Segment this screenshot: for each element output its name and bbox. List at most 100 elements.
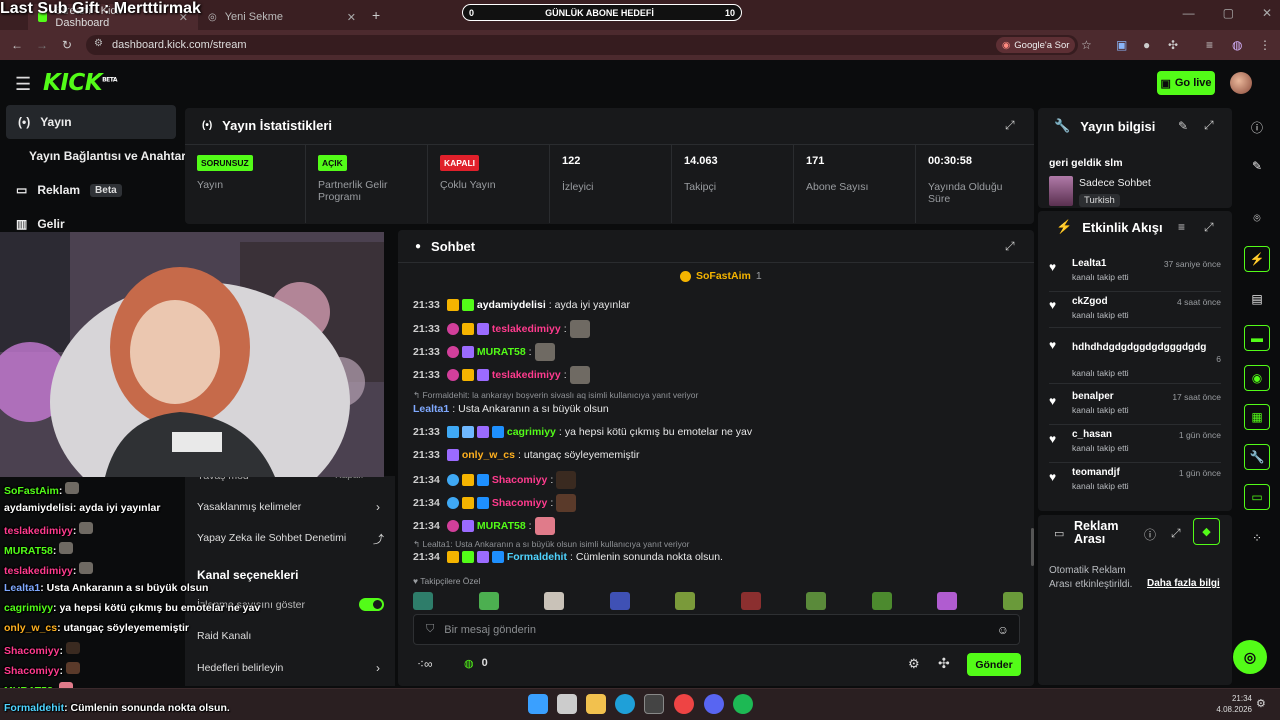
- reply-context[interactable]: ↰ Lealta1: Usta Ankaranın a sı büyük ols…: [413, 539, 689, 550]
- close-window-icon[interactable]: ✕: [1262, 6, 1272, 20]
- emote-button[interactable]: [609, 592, 630, 610]
- reply-context[interactable]: ↰ Formaldehit: la ankarayı boşverin siva…: [413, 390, 698, 401]
- obs-icon[interactable]: [644, 694, 664, 714]
- message-username[interactable]: only_w_cs: [462, 449, 515, 461]
- browser-tab-new[interactable]: ◎ Yeni Sekme ✕: [198, 4, 366, 30]
- edit-pencil-icon[interactable]: ✎: [1178, 119, 1188, 133]
- spotify-icon[interactable]: [733, 694, 753, 714]
- start-menu-icon[interactable]: [528, 694, 548, 714]
- puzzle-icon[interactable]: ✣: [938, 655, 950, 672]
- emote-button[interactable]: [544, 592, 565, 610]
- info-icon[interactable]: ⓘ: [1144, 526, 1156, 543]
- dots-icon[interactable]: ⁘: [1244, 525, 1270, 551]
- forward-icon[interactable]: →: [36, 38, 48, 52]
- edit-pencil-icon[interactable]: ✎: [1244, 153, 1270, 179]
- message-username[interactable]: MURAT58: [477, 520, 526, 532]
- discord-icon[interactable]: [704, 694, 724, 714]
- info-icon[interactable]: ⓘ: [1244, 114, 1270, 140]
- profile-icon[interactable]: ◍: [1232, 38, 1242, 52]
- popout-icon[interactable]: ⤢: [1005, 239, 1015, 254]
- go-live-button[interactable]: ▣ Go live: [1157, 71, 1215, 95]
- message-username[interactable]: aydamiydelisi: [477, 299, 546, 311]
- layout-icon[interactable]: ▦: [1244, 404, 1270, 430]
- extension-icon[interactable]: ●: [1143, 38, 1150, 52]
- wrench-icon[interactable]: 🔧: [1244, 444, 1270, 470]
- chrome-icon[interactable]: [674, 694, 694, 714]
- chat-settings-gear-icon[interactable]: ⚙: [908, 656, 920, 672]
- ai-moderation-item[interactable]: Yapay Zeka ile Sohbet Denetimi: [197, 532, 346, 544]
- raid-channel-item[interactable]: Raid Kanalı: [197, 630, 251, 642]
- message-username[interactable]: teslakedimiyy: [492, 369, 561, 381]
- puzzle-icon[interactable]: ✣: [1168, 38, 1178, 52]
- reload-icon[interactable]: ↻: [62, 38, 72, 52]
- lightning-icon[interactable]: ⚡: [1244, 246, 1270, 272]
- support-headset-button[interactable]: ◎: [1233, 640, 1267, 674]
- back-icon[interactable]: ←: [11, 38, 23, 52]
- pinned-gifter[interactable]: SoFastAim 1: [680, 270, 762, 282]
- translate-icon[interactable]: ▣: [1116, 38, 1127, 52]
- emote-button[interactable]: [871, 592, 892, 610]
- emote-button[interactable]: [740, 592, 761, 610]
- user-avatar[interactable]: [1230, 72, 1252, 94]
- chat-message-input[interactable]: ⛉ Bir mesaj gönderin ☺: [413, 614, 1020, 645]
- emote-button[interactable]: [806, 592, 827, 610]
- emote-button[interactable]: [1002, 592, 1023, 610]
- message-username[interactable]: Formaldehit: [507, 551, 567, 563]
- external-link-icon[interactable]: ⤴: [373, 531, 384, 547]
- media-icon[interactable]: ≡: [1206, 38, 1213, 52]
- maximize-icon[interactable]: ▢: [1223, 6, 1234, 20]
- new-tab-button[interactable]: +: [372, 7, 380, 23]
- filter-icon[interactable]: ≡: [1178, 220, 1185, 234]
- message-username[interactable]: Shacomiyy: [492, 497, 547, 509]
- sidebar-item-stream-key[interactable]: Yayın Bağlantısı ve Anahtarı: [29, 149, 189, 163]
- capture-icon[interactable]: ⌾: [1244, 205, 1270, 231]
- broadcast-icon[interactable]: ◉: [1244, 365, 1270, 391]
- chevron-right-icon[interactable]: ›: [376, 661, 380, 675]
- popout-icon[interactable]: ⤢: [1005, 118, 1015, 133]
- chat-scrollbar[interactable]: [1031, 528, 1034, 566]
- emote-button[interactable]: [937, 592, 958, 610]
- chat-icon[interactable]: ▬: [1244, 325, 1270, 351]
- show-viewcount-toggle[interactable]: [359, 598, 384, 611]
- notification-icon[interactable]: ⚙: [1256, 697, 1266, 710]
- message-username[interactable]: Lealta1: [413, 403, 449, 415]
- popout-icon[interactable]: ⤢: [1204, 220, 1214, 235]
- chevron-right-icon[interactable]: ›: [376, 500, 380, 514]
- popout-icon[interactable]: ⤢: [1204, 118, 1214, 133]
- message-username[interactable]: cagrimiyy: [507, 426, 556, 438]
- close-tab-icon[interactable]: ✕: [347, 11, 356, 24]
- emote-button[interactable]: [478, 592, 499, 610]
- send-button[interactable]: Gönder: [967, 653, 1021, 676]
- message-username[interactable]: teslakedimiyy: [492, 323, 561, 335]
- banned-words-item[interactable]: Yasaklanmış kelimeler: [197, 501, 301, 513]
- hamburger-menu-icon[interactable]: ☰: [15, 74, 31, 95]
- channel-points[interactable]: ◍ 0: [464, 657, 488, 670]
- set-goals-item[interactable]: Hedefleri belirleyin: [197, 662, 283, 674]
- learn-more-link[interactable]: Daha fazla bilgi: [1147, 578, 1220, 589]
- sidebar-item-yayin[interactable]: (•) Yayın: [6, 105, 176, 139]
- infinity-icon[interactable]: ⁖∞: [417, 657, 433, 671]
- bookmark-star-icon[interactable]: ☆: [1081, 38, 1092, 52]
- minimize-icon[interactable]: —: [1183, 6, 1195, 20]
- sidebar-item-reklam[interactable]: ▭ Reklam Beta: [16, 183, 122, 197]
- kick-logo[interactable]: KICKBETA: [43, 70, 118, 96]
- sidebar-item-gelir[interactable]: ▥ Gelir: [16, 217, 65, 231]
- message-username[interactable]: MURAT58: [477, 346, 526, 358]
- ask-google-button[interactable]: ◉ Google'a Sor: [996, 37, 1076, 53]
- taskview-icon[interactable]: [557, 694, 577, 714]
- window-icon[interactable]: ▭: [1244, 484, 1270, 510]
- popout-icon[interactable]: ⤢: [1171, 526, 1181, 541]
- system-clock[interactable]: 21:34 4.08.2026: [1216, 693, 1252, 715]
- message-username[interactable]: Shacomiyy: [492, 474, 547, 486]
- emoji-icon[interactable]: ☺: [997, 623, 1009, 637]
- emote-button[interactable]: [413, 592, 433, 610]
- document-icon[interactable]: ▤: [1244, 286, 1270, 312]
- overlay-username: Lealta1: [4, 582, 41, 594]
- file-explorer-icon[interactable]: [586, 694, 606, 714]
- ad-settings-button[interactable]: ◆: [1193, 518, 1220, 545]
- menu-kebab-icon[interactable]: ⋮: [1259, 38, 1271, 52]
- site-info-icon[interactable]: ⚙: [94, 38, 103, 49]
- address-bar[interactable]: ⚙ dashboard.kick.com/stream: [86, 35, 1078, 55]
- emote-button[interactable]: [675, 592, 696, 610]
- edge-icon[interactable]: [615, 694, 635, 714]
